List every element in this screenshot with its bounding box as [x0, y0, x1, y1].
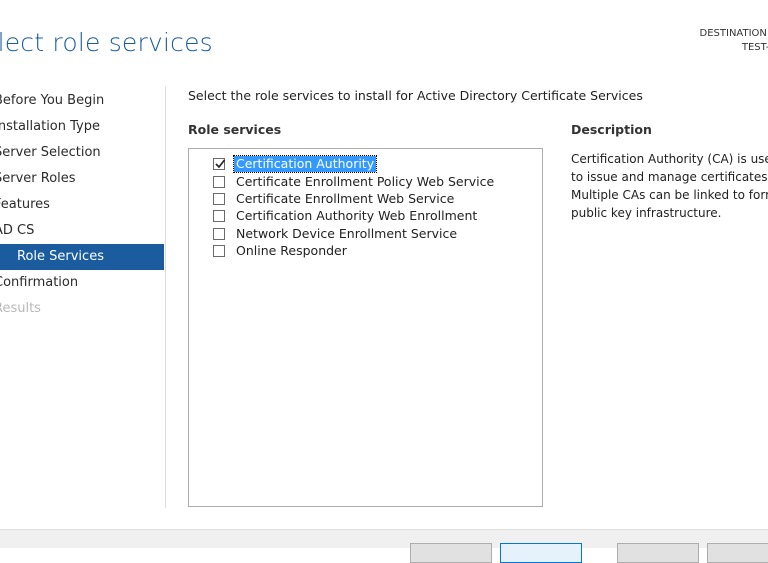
destination-server-label: DESTINATION SERV: [699, 28, 768, 39]
intro-text: Select the role services to install for …: [188, 88, 643, 103]
description-line: to issue and manage certificates.: [571, 170, 768, 184]
role-service-row[interactable]: Online Responder: [213, 242, 349, 259]
role-service-label[interactable]: Certificate Enrollment Policy Web Servic…: [234, 174, 496, 190]
nav-item-results: Results: [0, 301, 41, 316]
cancel-button[interactable]: [707, 543, 768, 563]
role-service-row[interactable]: Certification Authority: [213, 154, 378, 173]
checkbox-cert-enrollment-web-service[interactable]: [213, 192, 225, 205]
description-line: Certification Authority (CA) is used: [571, 152, 768, 166]
checkmark-icon: [215, 159, 226, 168]
checkbox-ca-web-enrollment[interactable]: [213, 209, 225, 222]
page-title: elect role services: [0, 28, 213, 57]
nav-item-installation-type[interactable]: Installation Type: [0, 114, 164, 140]
description-line: public key infrastructure.: [571, 206, 722, 220]
role-service-label[interactable]: Certificate Enrollment Web Service: [234, 191, 456, 207]
nav-item-before-you-begin[interactable]: Before You Begin: [0, 88, 164, 114]
description-text: Certification Authority (CA) is used to …: [571, 150, 768, 222]
role-service-label[interactable]: Certification Authority: [232, 154, 378, 173]
role-service-row[interactable]: Certification Authority Web Enrollment: [213, 207, 479, 224]
description-line: Multiple CAs can be linked to form: [571, 188, 768, 202]
destination-server-name: TEST-Root(: [741, 42, 768, 53]
checkbox-online-responder[interactable]: [213, 244, 225, 257]
nav-item-server-selection[interactable]: Server Selection: [0, 140, 164, 166]
nav-item-role-services[interactable]: Role Services: [0, 244, 164, 270]
wizard-nav: Before You Begin Installation Type Serve…: [0, 88, 164, 322]
role-service-row[interactable]: Network Device Enrollment Service: [213, 225, 459, 242]
role-services-header: Role services: [188, 122, 282, 137]
next-button[interactable]: [500, 543, 582, 563]
previous-button[interactable]: [410, 543, 492, 563]
wizard-footer: [0, 529, 768, 563]
role-services-list[interactable]: Certification Authority Certificate Enro…: [188, 148, 543, 507]
nav-item-ad-cs[interactable]: AD CS: [0, 218, 164, 244]
nav-item-server-roles[interactable]: Server Roles: [0, 166, 164, 192]
nav-item-confirmation[interactable]: Confirmation: [0, 270, 164, 296]
install-button[interactable]: [617, 543, 699, 563]
nav-divider: [165, 86, 166, 508]
description-header: Description: [571, 122, 652, 137]
checkbox-certification-authority[interactable]: [213, 157, 226, 170]
role-service-row[interactable]: Certificate Enrollment Policy Web Servic…: [213, 173, 496, 190]
role-service-label[interactable]: Network Device Enrollment Service: [234, 226, 459, 242]
checkbox-network-device-enrollment[interactable]: [213, 227, 225, 240]
role-service-label[interactable]: Certification Authority Web Enrollment: [234, 208, 479, 224]
checkbox-cert-enrollment-policy-web-service[interactable]: [213, 175, 225, 188]
role-service-label[interactable]: Online Responder: [234, 243, 349, 259]
destination-server-info: DESTINATION SERV TEST-Root(: [700, 27, 768, 55]
role-service-row[interactable]: Certificate Enrollment Web Service: [213, 190, 456, 207]
nav-item-features[interactable]: Features: [0, 192, 164, 218]
